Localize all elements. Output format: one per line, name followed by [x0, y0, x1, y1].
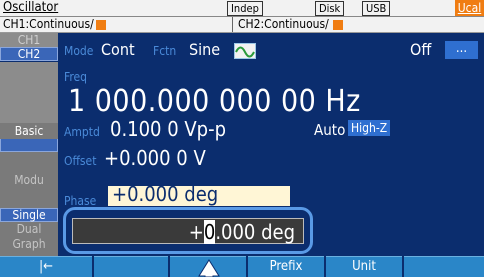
unit-button[interactable]: Unit — [326, 256, 402, 277]
fctn-label: Fctn — [153, 44, 177, 58]
softkey-2[interactable] — [94, 256, 168, 277]
tab-single[interactable]: Single — [0, 208, 58, 222]
unit-button-label: Unit — [352, 259, 376, 274]
ch2-output-icon — [333, 20, 343, 30]
indep-indicator: Indep — [227, 1, 263, 16]
ch1-output-icon — [96, 20, 106, 30]
editor-cursor-digit[interactable]: 0 — [203, 220, 216, 244]
tab-basic[interactable]: Basic — [0, 123, 58, 139]
channel-status-bar: CH1:Continuous/ CH2:Continuous/ — [0, 17, 484, 33]
output-state[interactable]: Off — [410, 40, 431, 59]
sine-wave-icon — [234, 43, 256, 59]
prefix-button[interactable]: Prefix — [248, 256, 324, 277]
editor-text: +0.000 deg — [189, 220, 295, 244]
usb-indicator: USB — [362, 1, 391, 16]
softkey-6[interactable] — [404, 256, 484, 277]
numeric-editor-frame: +0.000 deg — [63, 207, 313, 254]
up-arrow-icon — [198, 259, 220, 277]
disk-indicator: Disk — [315, 1, 345, 16]
offset-label: Offset — [64, 154, 97, 168]
channel-divider — [232, 17, 233, 32]
amptd-label: Amptd — [64, 125, 100, 139]
tab-ch2[interactable]: CH2 — [0, 47, 58, 61]
editor-sign: + — [188, 220, 204, 244]
offset-value[interactable]: +0.000 0 V — [104, 146, 206, 170]
ch2-status: CH2:Continuous/ — [238, 17, 329, 31]
tab-dual-label: Dual — [16, 222, 42, 236]
numeric-editor-field[interactable]: +0.000 deg — [72, 218, 304, 244]
amptd-auto[interactable]: Auto — [314, 121, 345, 139]
amptd-value[interactable]: 0.100 0 Vp-p — [110, 117, 226, 141]
freq-label: Freq — [64, 70, 88, 84]
ch1-status: CH1:Continuous/ — [3, 17, 94, 31]
tab-ch1[interactable]: CH1 — [0, 33, 58, 47]
tab-graph-label: Graph — [12, 237, 46, 251]
ucal-indicator: Ucal — [455, 0, 484, 16]
fctn-value[interactable]: Sine — [189, 40, 220, 59]
app-title: Oscillator — [3, 0, 59, 15]
impedance-badge[interactable]: High-Z — [348, 120, 391, 136]
mode-value[interactable]: Cont — [101, 40, 135, 59]
mode-label: Mode — [64, 44, 94, 58]
softkey-3[interactable] — [170, 256, 246, 277]
editor-rest: .000 deg — [215, 220, 295, 244]
tab-basic-top — [0, 138, 58, 152]
back-button[interactable]: |← — [0, 256, 92, 277]
freq-value[interactable]: 1 000.000 000 00 Hz — [68, 84, 361, 120]
phase-highlight[interactable]: +0.000 deg — [108, 186, 290, 206]
back-button-label: |← — [39, 259, 53, 274]
more-button[interactable]: ... — [445, 41, 478, 59]
tab-dual-graph[interactable]: Dual Graph — [0, 222, 58, 256]
title-bar: Oscillator Indep Disk USB Ucal — [0, 0, 484, 17]
tab-modu[interactable]: Modu — [0, 152, 58, 208]
prefix-button-label: Prefix — [269, 259, 303, 274]
phase-value: +0.000 deg — [112, 186, 219, 206]
phase-label: Phase — [64, 194, 97, 208]
